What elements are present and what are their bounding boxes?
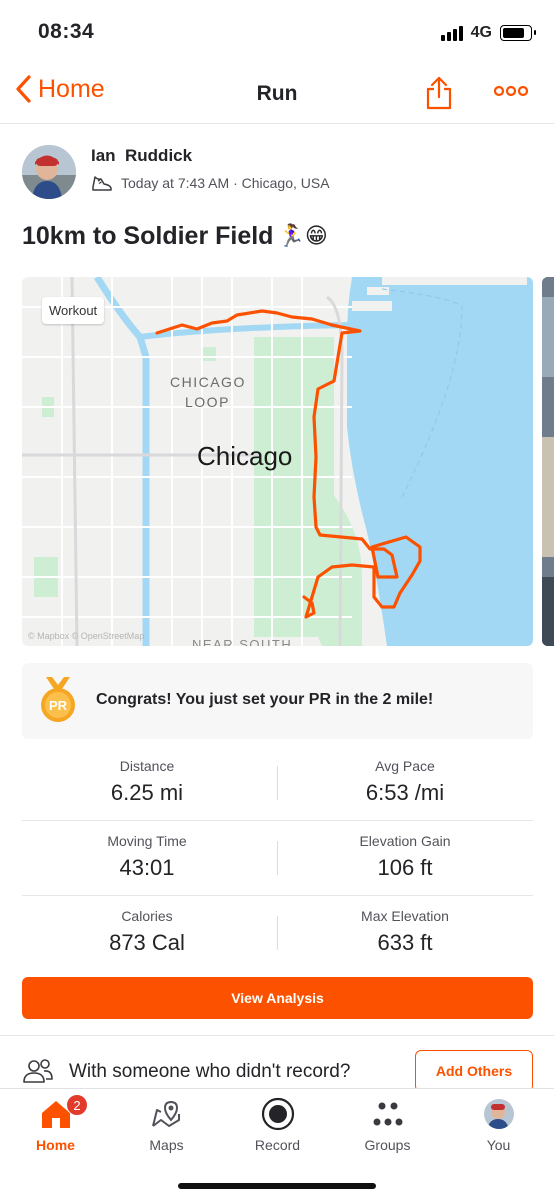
map-label-near-south: NEAR SOUTH	[192, 637, 292, 646]
carousel-photo	[542, 277, 554, 646]
activity-title-row: 10km to Soldier Field 🏃‍♀️😁	[22, 222, 328, 251]
groups-icon	[332, 1097, 443, 1131]
stat-label: Moving Time	[107, 833, 187, 849]
stats-row: Moving Time 43:01 Elevation Gain 106 ft	[22, 821, 533, 896]
stats-grid: Distance 6.25 mi Avg Pace 6:53 /mi Movin…	[22, 746, 533, 971]
stat-distance: Distance 6.25 mi	[22, 758, 272, 806]
activity-title: 10km to Soldier Field	[22, 222, 274, 250]
map-attribution: © Mapbox © OpenStreetMap	[28, 631, 144, 641]
home-indicator	[178, 1183, 376, 1189]
people-icon	[22, 1058, 54, 1089]
athlete-avatar[interactable]	[22, 145, 76, 199]
shoe-icon	[92, 176, 112, 191]
stat-divider	[277, 841, 278, 875]
photo-carousel-peek[interactable]	[542, 277, 554, 646]
add-others-button[interactable]: Add Others	[415, 1050, 533, 1092]
stats-row: Distance 6.25 mi Avg Pace 6:53 /mi	[22, 746, 533, 821]
stat-value: 6.25 mi	[110, 780, 184, 805]
stat-moving-time: Moving Time 43:01	[22, 833, 272, 881]
tab-label: Maps	[149, 1137, 184, 1153]
signal-icon	[440, 25, 463, 41]
divider	[0, 1035, 554, 1036]
stat-max-elevation: Max Elevation 633 ft	[280, 908, 530, 956]
tab-record[interactable]: Record	[222, 1089, 333, 1159]
activity-title-emoji: 🏃‍♀️😁	[277, 224, 328, 249]
status-time: 08:34	[38, 20, 95, 43]
notification-badge: 2	[66, 1094, 88, 1116]
share-button[interactable]	[424, 76, 454, 115]
add-others-row: With someone who didn't record? Add Othe…	[22, 1050, 533, 1092]
battery-icon	[500, 25, 536, 41]
activity-meta: Today at 7:43 AM · Chicago, USA	[91, 174, 330, 192]
share-icon	[426, 76, 452, 110]
stat-value: 633 ft	[377, 930, 433, 955]
stat-label: Calories	[121, 908, 173, 924]
nav-bar: Home Run	[0, 64, 554, 124]
stat-value: 43:01	[119, 855, 175, 880]
stat-elevation-gain: Elevation Gain 106 ft	[280, 833, 530, 881]
home-icon	[0, 1097, 111, 1131]
map-canvas: Chicago CHICAGO LOOP NEAR SOUTH © Mapbox…	[22, 277, 533, 646]
view-analysis-button[interactable]: View Analysis	[22, 977, 533, 1019]
network-type: 4G	[470, 24, 492, 41]
tab-groups[interactable]: Groups	[332, 1089, 443, 1159]
map-label-loop-1: CHICAGO	[170, 374, 246, 390]
ellipsis-icon	[493, 85, 529, 97]
stat-divider	[277, 916, 278, 950]
achievement-text: Congrats! You just set your PR in the 2 …	[96, 691, 434, 708]
stat-value: 6:53 /mi	[365, 780, 445, 805]
tab-label: Record	[254, 1137, 301, 1153]
status-bar: 08:34 4G	[0, 0, 554, 64]
pr-medal-label: PR	[49, 698, 68, 713]
more-options-button[interactable]	[493, 84, 529, 103]
page-title: Run	[256, 82, 298, 105]
pr-medal-icon: PR	[38, 677, 78, 730]
status-indicators: 4G	[440, 24, 536, 42]
stat-value: 106 ft	[377, 855, 433, 880]
others-prompt: With someone who didn't record?	[69, 1061, 351, 1082]
stat-label: Max Elevation	[361, 908, 449, 924]
tab-you[interactable]: You	[443, 1089, 554, 1159]
athlete-name[interactable]: Ian Ruddick	[91, 146, 192, 166]
activity-time-location: Today at 7:43 AM · Chicago, USA	[121, 175, 330, 191]
map-label-loop-2: LOOP	[185, 394, 230, 410]
stat-divider	[277, 766, 278, 800]
stat-label: Distance	[119, 758, 175, 774]
route-map[interactable]: Chicago CHICAGO LOOP NEAR SOUTH © Mapbox…	[22, 277, 533, 646]
stat-label: Elevation Gain	[359, 833, 451, 849]
tab-maps[interactable]: Maps	[111, 1089, 222, 1159]
map-label-chicago: Chicago	[197, 441, 292, 471]
profile-avatar-icon	[443, 1097, 554, 1131]
tab-label: Home	[36, 1137, 75, 1153]
avatar-photo	[22, 145, 76, 199]
achievement-banner[interactable]: PR Congrats! You just set your PR in the…	[22, 663, 533, 739]
stats-row: Calories 873 Cal Max Elevation 633 ft	[22, 896, 533, 971]
map-icon	[111, 1097, 222, 1131]
tab-home[interactable]: 2 Home	[0, 1089, 111, 1159]
tab-label: Groups	[364, 1137, 411, 1153]
tab-label: You	[486, 1137, 511, 1153]
record-icon	[222, 1097, 333, 1131]
stat-value: 873 Cal	[109, 930, 185, 955]
stat-calories: Calories 873 Cal	[22, 908, 272, 956]
workout-tag: Workout	[42, 297, 105, 324]
stat-label: Avg Pace	[375, 758, 435, 774]
stat-avg-pace: Avg Pace 6:53 /mi	[280, 758, 530, 806]
